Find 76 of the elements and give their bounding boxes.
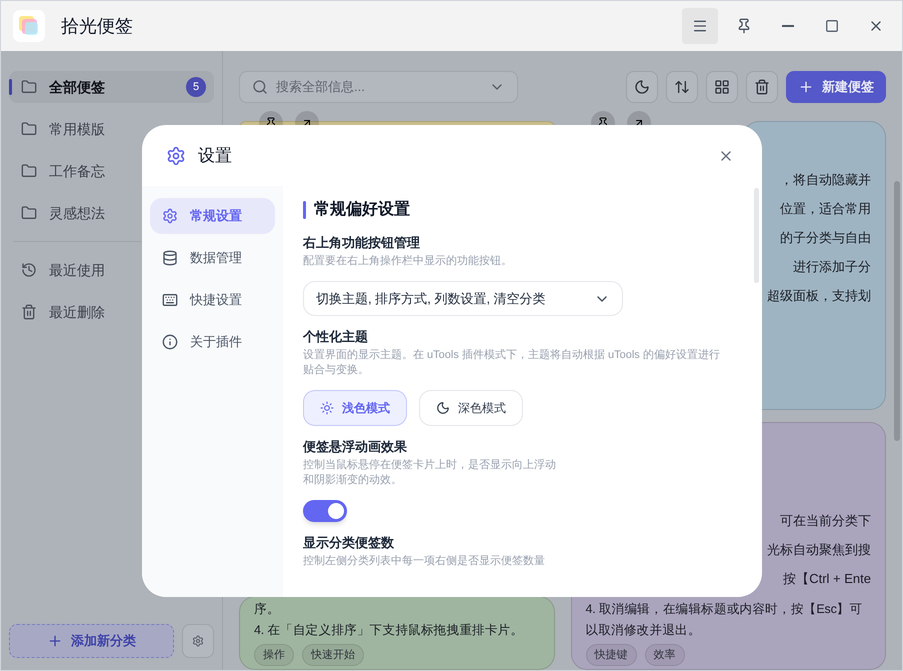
setting-title: 显示分类便签数: [303, 534, 395, 552]
sort-button[interactable]: [666, 71, 698, 103]
folder-icon: [21, 121, 37, 137]
setting-description: 控制左侧分类列表中每一项右侧是否显示便签数量: [303, 554, 546, 569]
note-text: 进行添加子分: [793, 258, 871, 276]
window-title: 拾光便签: [61, 14, 133, 38]
maximize-icon: [825, 19, 839, 33]
note-text: 序。: [254, 600, 281, 618]
minimize-icon: [782, 25, 794, 27]
moon-icon: [436, 401, 450, 415]
category-item[interactable]: 常用模版: [9, 113, 214, 145]
add-category-button[interactable]: 添加新分类: [9, 624, 174, 658]
settings-button[interactable]: [182, 624, 214, 658]
pin-icon: [736, 18, 752, 34]
grid-button[interactable]: [706, 71, 738, 103]
toggle-switch[interactable]: [303, 500, 347, 522]
section-title: 常规偏好设置: [314, 200, 410, 220]
trash-icon: [21, 304, 37, 320]
settings-icon: [166, 146, 186, 166]
database-icon: [162, 250, 178, 266]
moon-icon: [634, 79, 650, 95]
theme-option[interactable]: 深色模式: [419, 390, 523, 426]
note-text: 4. 在「自定义排序」下支持鼠标拖拽重排卡片。: [254, 622, 524, 638]
folder-icon: [21, 205, 37, 221]
clear-button[interactable]: [746, 71, 778, 103]
menu-button[interactable]: [682, 8, 718, 44]
setting-title: 个性化主题: [303, 328, 369, 346]
folder-icon: [21, 79, 37, 95]
menu-icon: [692, 18, 708, 34]
search-input[interactable]: 搜索全部信息...: [276, 77, 481, 97]
note-text: 按【Ctrl + Ente: [783, 570, 871, 588]
keyboard-icon: [162, 292, 178, 308]
app-logo-icon: [13, 10, 45, 42]
settings-nav-item[interactable]: 快捷设置: [150, 282, 275, 318]
new-note-button[interactable]: 新建便签: [786, 71, 886, 103]
tag[interactable]: 效率: [644, 644, 684, 666]
theme-button[interactable]: [626, 71, 658, 103]
scrollbar[interactable]: [754, 188, 759, 283]
count-badge: 5: [186, 77, 206, 97]
buttons-select[interactable]: 切换主题, 排序方式, 列数设置, 清空分类: [303, 281, 623, 316]
sort-icon: [674, 79, 690, 95]
setting-description: 设置界面的显示主题。在 uTools 插件模式下，主题将自动根据 uTools 的偏好设置进行贴合与变换。: [303, 348, 721, 378]
tag[interactable]: 操作: [254, 644, 294, 666]
note-text: 位置，适合常用: [780, 200, 871, 218]
note-text: 4. 取消编辑，在编辑标题或内容时，按【Esc】可以取消修改并退出。: [586, 600, 864, 638]
grid-icon: [714, 79, 730, 95]
folder-icon: [21, 163, 37, 179]
sun-icon: [320, 401, 334, 415]
note-card[interactable]: 序。 4. 在「自定义排序」下支持鼠标拖拽重排卡片。 操作 快速开始: [239, 596, 554, 670]
category-item[interactable]: 全部便签 5: [9, 71, 214, 103]
setting-title: 右上角功能按钮管理: [303, 234, 421, 252]
settings-icon: [162, 208, 178, 224]
setting-title: 便签悬浮动画效果: [303, 438, 408, 456]
settings-nav-item[interactable]: 关于插件: [150, 324, 275, 360]
note-text: 光标自动聚焦到搜: [767, 540, 871, 558]
trash-icon: [754, 79, 770, 95]
plus-icon: [47, 633, 63, 649]
tag[interactable]: 快捷键: [586, 644, 636, 666]
settings-nav-item[interactable]: 数据管理: [150, 240, 275, 276]
dialog-title: 设置: [198, 144, 232, 167]
search-field[interactable]: 搜索全部信息...: [239, 71, 518, 103]
search-icon: [252, 79, 268, 95]
note-text: 超级面板，支持划: [767, 287, 871, 305]
note-text: 的子分类与自由: [780, 229, 871, 247]
note-text: ，将自动隐藏并: [780, 171, 871, 189]
setting-description: 控制当鼠标悬停在便签卡片上时，是否显示向上浮动和阴影渐变的动效。: [303, 458, 557, 488]
info-icon: [162, 334, 178, 350]
note-text: 可在当前分类下: [780, 512, 871, 530]
history-icon: [21, 262, 37, 278]
setting-description: 配置要在右上角操作栏中显示的功能按钮。: [303, 254, 513, 269]
theme-option[interactable]: 浅色模式: [303, 390, 407, 426]
scrollbar[interactable]: [894, 181, 900, 441]
settings-icon: [192, 635, 204, 647]
tag[interactable]: 快速开始: [302, 644, 364, 666]
settings-nav-item[interactable]: 常规设置: [150, 198, 275, 234]
plus-icon: [798, 79, 814, 95]
